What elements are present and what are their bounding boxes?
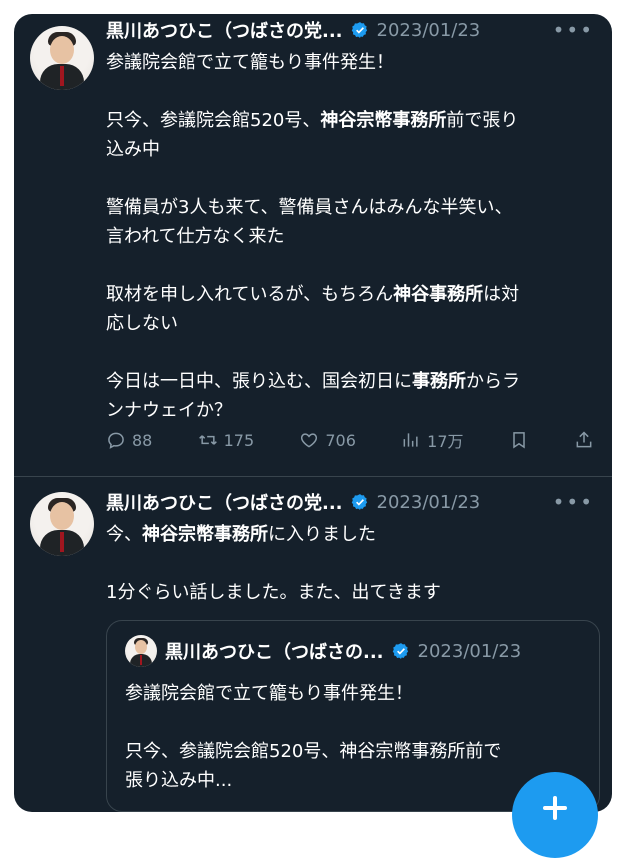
views-icon bbox=[403, 433, 418, 447]
views-button[interactable]: 17万 bbox=[401, 428, 464, 452]
tweet[interactable]: 黒川あつひこ（つばさの党... 2023/01/23 ••• 参議院会館で立て籠… bbox=[14, 14, 612, 476]
more-icon[interactable]: ••• bbox=[553, 18, 594, 42]
views-count: 17万 bbox=[427, 432, 464, 451]
quote-author-name: 黒川あつひこ（つばさの... bbox=[165, 642, 384, 663]
tweet-header: 黒川あつひこ（つばさの党... 2023/01/23 ••• bbox=[106, 14, 594, 46]
quote-avatar bbox=[125, 635, 157, 667]
quote-text: 参議院会館で立て籠もり事件発生！ 只今、参議院会館520号、神谷宗幣事務所前で … bbox=[125, 683, 502, 791]
author-name[interactable]: 黒川あつひこ（つばさの党... bbox=[106, 17, 343, 43]
more-icon[interactable]: ••• bbox=[553, 490, 594, 514]
tweet-date[interactable]: 2023/01/23 bbox=[377, 492, 481, 513]
verified-badge-icon bbox=[392, 643, 408, 659]
tweet-text: 参議院会館で立て籠もり事件発生！ 只今、参議院会館520号、神谷宗幣事務所前で張… bbox=[106, 52, 520, 421]
quote-date: 2023/01/23 bbox=[417, 640, 522, 662]
like-icon bbox=[301, 433, 318, 448]
quote-header: 黒川あつひこ（つばさの... 2023/01/23 bbox=[165, 635, 585, 667]
compose-button[interactable] bbox=[512, 772, 598, 858]
reply-count: 88 bbox=[132, 430, 153, 450]
author-name[interactable]: 黒川あつひこ（つばさの党... bbox=[106, 489, 343, 515]
tweet-header: 黒川あつひこ（つばさの党... 2023/01/23 ••• bbox=[106, 486, 594, 518]
tweet[interactable]: 黒川あつひこ（つばさの党... 2023/01/23 ••• 今、神谷宗幣事務所… bbox=[14, 484, 612, 812]
tweet-actions: 88 175 706 17万 bbox=[106, 424, 594, 456]
like-count: 706 bbox=[325, 430, 356, 450]
retweet-count: 175 bbox=[223, 430, 255, 450]
retweet-button[interactable]: 175 bbox=[198, 430, 255, 450]
timeline: 黒川あつひこ（つばさの党... 2023/01/23 ••• 参議院会館で立て籠… bbox=[14, 14, 612, 812]
verified-badge-icon bbox=[351, 494, 367, 510]
reply-icon bbox=[108, 432, 124, 449]
like-button[interactable]: 706 bbox=[299, 430, 356, 450]
retweet-icon bbox=[198, 435, 217, 445]
tweet-date[interactable]: 2023/01/23 bbox=[377, 20, 481, 41]
bookmark-button[interactable] bbox=[509, 430, 529, 450]
verified-badge-icon bbox=[351, 22, 367, 38]
divider bbox=[14, 476, 612, 477]
bookmark-icon bbox=[513, 432, 525, 449]
tweet-text: 今、神谷宗幣事務所に入りました 1分ぐらい話しました。また、出てきます bbox=[106, 524, 441, 603]
avatar[interactable] bbox=[30, 492, 94, 556]
share-button[interactable] bbox=[574, 430, 594, 450]
avatar[interactable] bbox=[30, 26, 94, 90]
reply-button[interactable]: 88 bbox=[106, 430, 152, 450]
share-icon bbox=[576, 431, 592, 448]
